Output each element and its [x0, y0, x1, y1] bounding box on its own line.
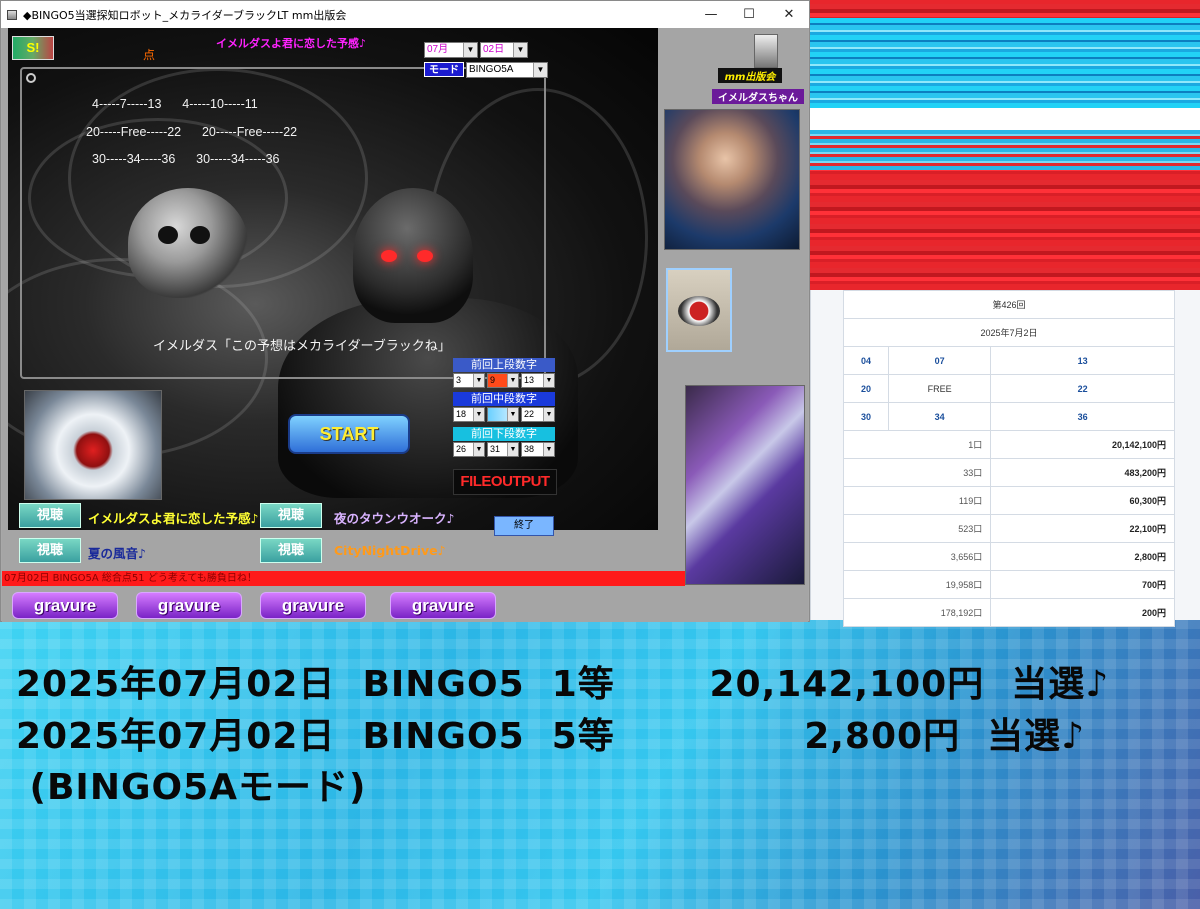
emblem-image — [666, 268, 732, 352]
prev-lower-label: 前回下段数字 — [453, 427, 555, 441]
result-number: 07 — [887, 346, 992, 375]
results-table: 第426回 2025年7月2日 04 07 13 20 FREE 22 30 3… — [842, 290, 1175, 627]
gravure-button-1[interactable]: gravure — [12, 592, 118, 619]
chevron-down-icon: ▼ — [543, 408, 554, 421]
prev-upper-select-1[interactable]: 3 ▼ — [453, 373, 485, 388]
prev-upper-select-3[interactable]: 13 ▼ — [521, 373, 555, 388]
chevron-down-icon: ▼ — [473, 443, 484, 456]
prediction-frame — [20, 67, 546, 379]
gravure-button-3[interactable]: gravure — [260, 592, 366, 619]
now-playing-title: イメルダスよ君に恋した予感♪ — [216, 37, 367, 50]
prize-amount: 483,200円 — [990, 458, 1175, 487]
prize-amount: 20,142,100円 — [990, 430, 1175, 459]
score-label: 点 — [143, 48, 156, 62]
chevron-down-icon: ▼ — [543, 443, 554, 456]
chevron-down-icon: ▼ — [533, 63, 547, 77]
prediction-row: 4-----7-----13 4-----10-----11 — [92, 97, 258, 111]
prediction-caption: イメルダス「この予想はメカライダーブラックね」 — [153, 339, 451, 354]
headline-line-3: (BINGO5Aモード) — [16, 767, 367, 808]
fileoutput-button[interactable]: FILEOUTPUT — [453, 469, 557, 495]
prize-amount: 200円 — [990, 598, 1175, 627]
client-area: 4-----7-----13 4-----10-----11 20-----Fr… — [2, 28, 808, 622]
close-button[interactable]: ✕ — [769, 1, 809, 28]
prize-amount: 2,800円 — [990, 542, 1175, 571]
result-number: 30 — [843, 402, 889, 431]
prize-amount: 700円 — [990, 570, 1175, 599]
chevron-down-icon: ▼ — [463, 43, 477, 57]
publisher-badge: mm出版会 — [718, 68, 782, 83]
prize-count: 523口 — [842, 514, 992, 543]
prev-middle-select-3[interactable]: 22 ▼ — [521, 407, 555, 422]
preview-button-1[interactable]: 視聴 — [19, 503, 81, 528]
prize-count: 33口 — [842, 458, 992, 487]
chevron-down-icon: ▼ — [543, 374, 554, 387]
end-button[interactable]: 終了 — [494, 516, 554, 536]
chevron-down-icon: ▼ — [507, 374, 518, 387]
prize-count: 178,192口 — [842, 598, 992, 627]
window-title: ◆BINGO5当選探知ロボット_メカライダーブラックLT mm出版会 — [23, 8, 347, 22]
song-label-2: 夜のタウンウオーク♪ — [334, 511, 455, 526]
maximize-button[interactable]: ☐ — [729, 1, 769, 28]
preview-button-2[interactable]: 視聴 — [260, 503, 322, 528]
result-number: 13 — [990, 346, 1175, 375]
result-number: 34 — [887, 402, 992, 431]
prize-count: 119口 — [842, 486, 992, 515]
result-number: 22 — [990, 374, 1175, 403]
headline-line-1: 2025年07月02日 BINGO5 1等 20,142,100円 当選♪ — [16, 664, 1110, 705]
mode-label: モード — [424, 62, 464, 77]
chevron-down-icon: ▼ — [513, 43, 527, 57]
glitch-stripes-background — [810, 0, 1200, 290]
app-window: ◆BINGO5当選探知ロボット_メカライダーブラックLT mm出版会 — ☐ ✕ — [0, 0, 810, 622]
prev-middle-select-2[interactable]: ▼ — [487, 407, 519, 422]
prize-count: 1口 — [842, 430, 992, 459]
prev-lower-select-2[interactable]: 31 ▼ — [487, 442, 519, 457]
gravure-button-4[interactable]: gravure — [390, 592, 496, 619]
status-bar: 07月02日 BINGO5A 総合点51 どう考えても勝負日ね！ — [2, 571, 685, 586]
character-badge: イメルダスちゃん — [712, 89, 804, 104]
chevron-down-icon: ▼ — [507, 443, 518, 456]
result-number: 04 — [843, 346, 889, 375]
chevron-down-icon: ▼ — [473, 374, 484, 387]
day-select[interactable]: 02日 ▼ — [480, 42, 528, 58]
prev-middle-label: 前回中段数字 — [453, 392, 555, 406]
month-select[interactable]: 07月 ▼ — [424, 42, 478, 58]
preview-button-4[interactable]: 視聴 — [260, 538, 322, 563]
character-portrait-image — [664, 109, 800, 250]
prize-amount: 60,300円 — [990, 486, 1175, 515]
app-icon — [7, 9, 17, 20]
prediction-row: 30-----34-----36 30-----34-----36 — [92, 152, 280, 166]
mode-select[interactable]: BINGO5A ▼ — [466, 62, 548, 78]
prize-count: 19,958口 — [842, 570, 992, 599]
headline-line-2: 2025年07月02日 BINGO5 5等 2,800円 当選♪ — [16, 716, 1086, 757]
song-label-4: CityNightDrive♪ — [334, 543, 446, 558]
prev-lower-select-3[interactable]: 38 ▼ — [521, 442, 555, 457]
minimize-button[interactable]: — — [691, 1, 731, 28]
result-number: FREE — [887, 374, 992, 403]
prev-upper-select-2[interactable]: 9 ▼ — [487, 373, 519, 388]
pachislot-image — [685, 385, 805, 585]
title-bar[interactable]: ◆BINGO5当選探知ロボット_メカライダーブラックLT mm出版会 — ☐ ✕ — [1, 1, 809, 28]
result-number: 36 — [990, 402, 1175, 431]
statue-image — [754, 34, 778, 68]
prediction-row: 20-----Free-----22 20-----Free-----22 — [86, 125, 298, 139]
lottery-results-panel: 第426回 2025年7月2日 04 07 13 20 FREE 22 30 3… — [810, 290, 1200, 627]
prev-upper-label: 前回上段数字 — [453, 358, 555, 372]
start-button[interactable]: START — [288, 414, 410, 454]
song-label-3: 夏の風音♪ — [88, 546, 146, 561]
app-logo: S! — [12, 36, 54, 60]
chevron-down-icon: ▼ — [473, 408, 484, 421]
song-label-1: イメルダスよ君に恋した予感♪ — [88, 511, 259, 526]
gravure-button-2[interactable]: gravure — [136, 592, 242, 619]
prize-count: 3,656口 — [842, 542, 992, 571]
prize-amount: 22,100円 — [990, 514, 1175, 543]
emblem-icon — [678, 296, 720, 326]
preview-button-3[interactable]: 視聴 — [19, 538, 81, 563]
draw-date: 2025年7月2日 — [843, 318, 1175, 347]
engine-image — [24, 390, 162, 500]
chevron-down-icon: ▼ — [507, 408, 518, 421]
result-number: 20 — [843, 374, 889, 403]
prev-middle-select-1[interactable]: 18 ▼ — [453, 407, 485, 422]
round-number: 第426回 — [843, 290, 1175, 319]
prev-lower-select-1[interactable]: 26 ▼ — [453, 442, 485, 457]
